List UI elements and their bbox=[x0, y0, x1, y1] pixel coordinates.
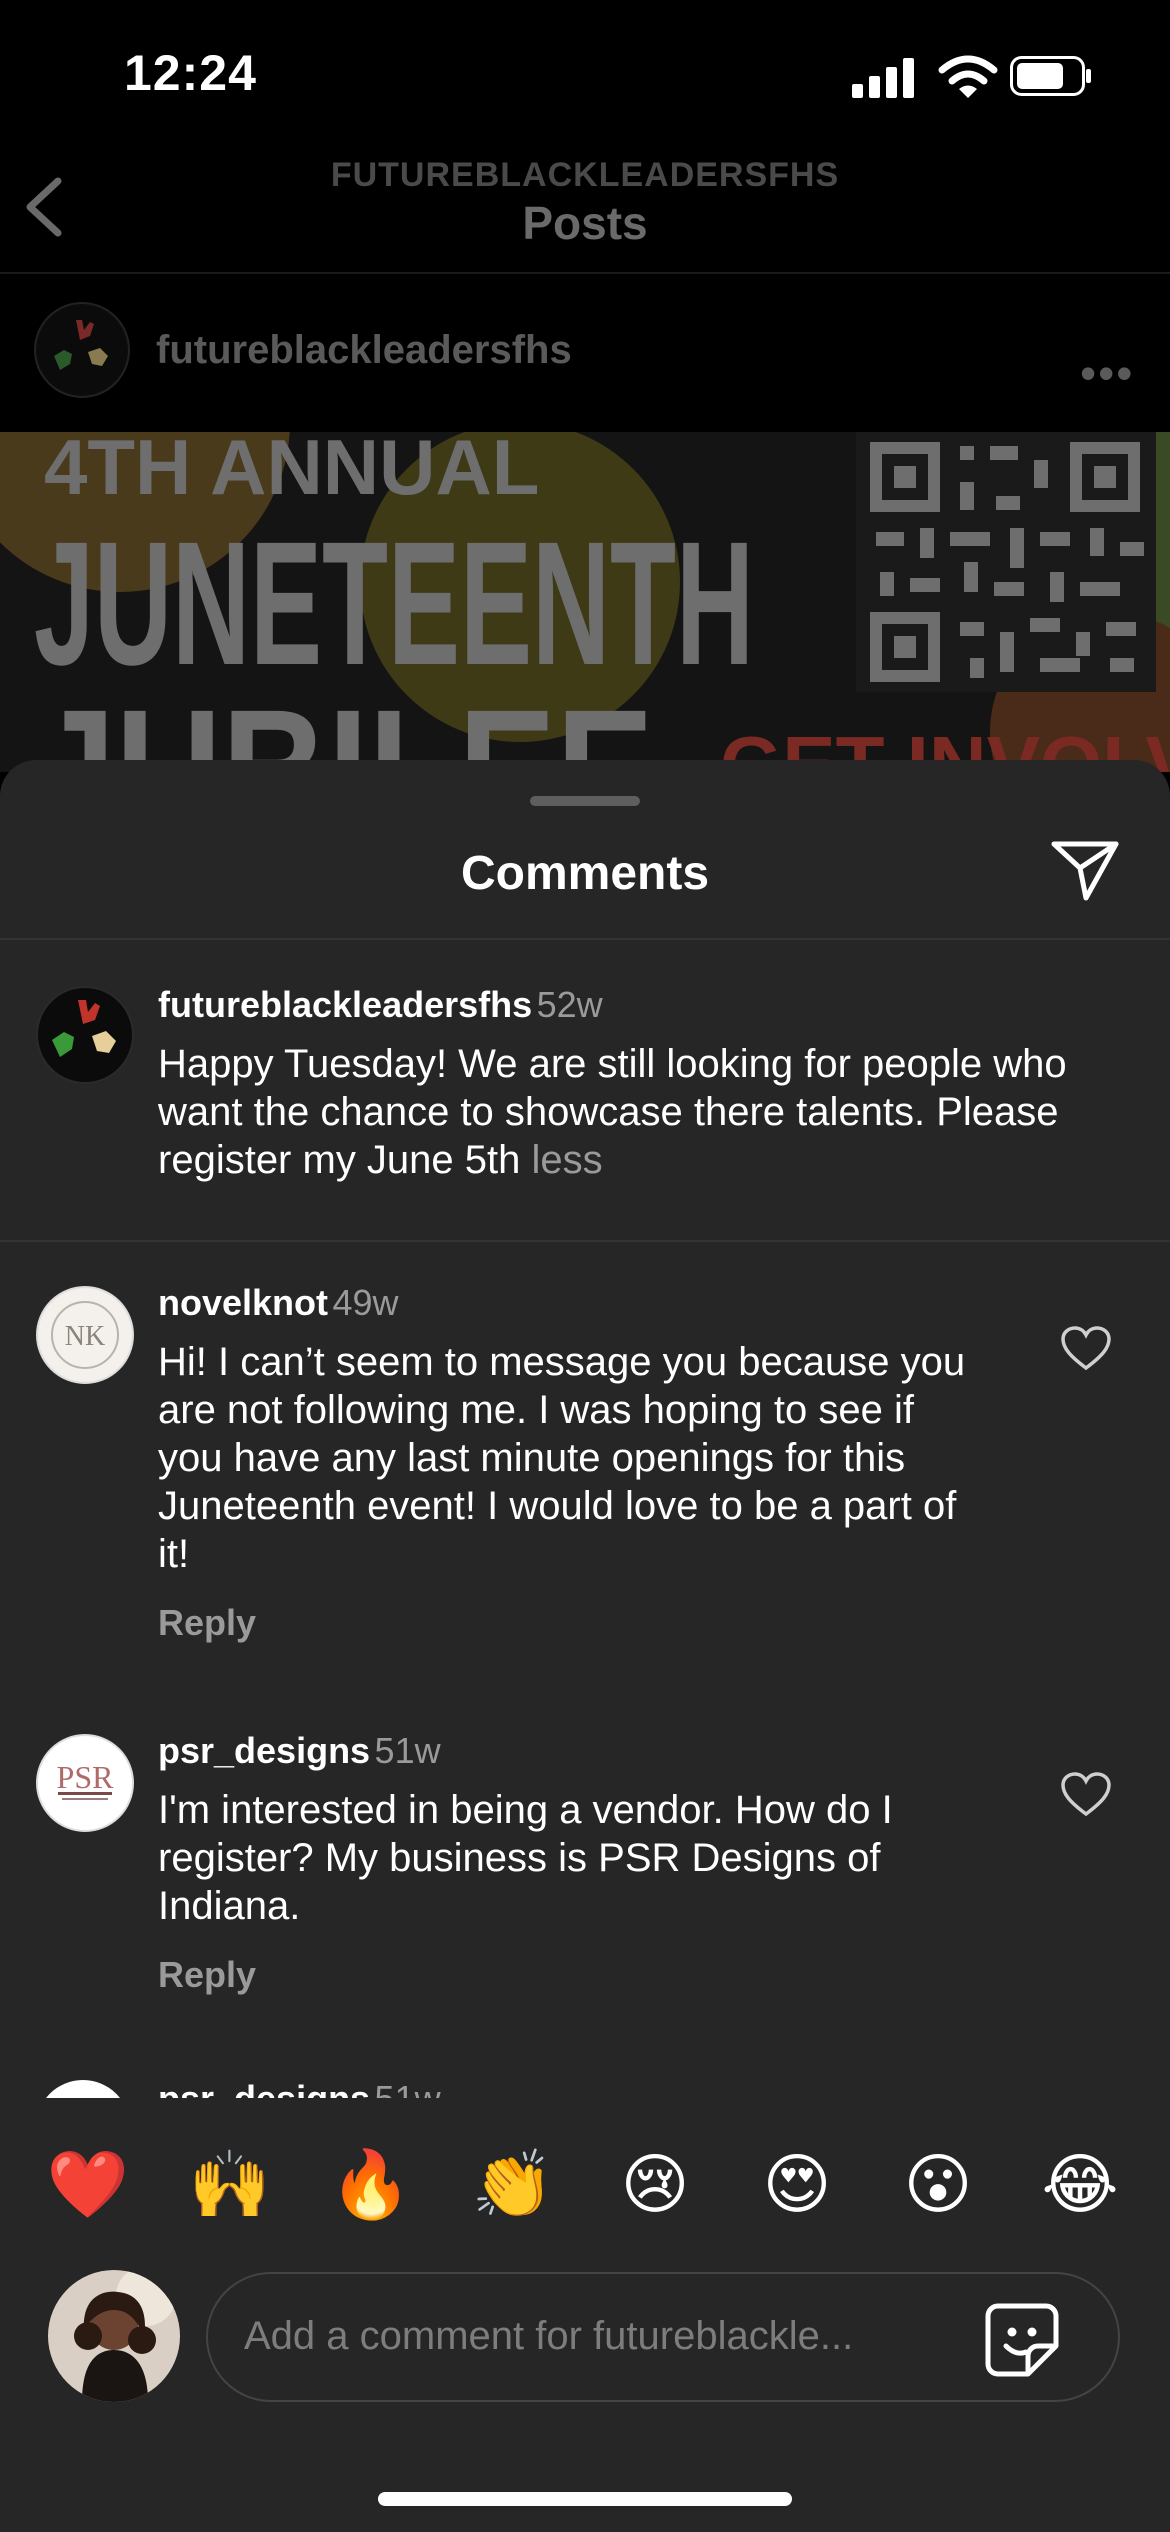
comment-avatar[interactable]: NK bbox=[36, 1286, 134, 1384]
comment-body: Happy Tuesday! We are still looking for … bbox=[158, 1042, 1067, 1182]
heart-icon[interactable] bbox=[1060, 1326, 1112, 1372]
comments-title: Comments bbox=[460, 847, 710, 900]
emoji-red-heart[interactable]: ❤️ bbox=[43, 2148, 133, 2220]
hands-logo-icon bbox=[39, 989, 131, 1081]
hands-logo-icon bbox=[38, 306, 126, 394]
emoji-surprised-face[interactable]: 😮 bbox=[893, 2148, 983, 2220]
sheet-divider bbox=[0, 938, 1170, 940]
post-author-username[interactable]: futureblackleadersfhs bbox=[156, 328, 572, 373]
psr-designs-logo: PSR bbox=[39, 1737, 131, 1829]
comment-header: novelknot 49w bbox=[158, 1282, 399, 1324]
svg-text:JUBILEE: JUBILEE bbox=[34, 674, 654, 772]
current-user-avatar[interactable] bbox=[48, 2270, 180, 2402]
comment-header: futureblackleadersfhs 52w bbox=[158, 984, 603, 1026]
reply-button[interactable]: Reply bbox=[158, 1954, 256, 1996]
emoji-crying-face[interactable]: 😢 bbox=[610, 2148, 700, 2220]
sticker-icon[interactable] bbox=[984, 2302, 1060, 2378]
header-account-name: FUTUREBLACKLEADERSFHS bbox=[330, 156, 840, 194]
comment-username[interactable]: psr_designs bbox=[158, 1730, 370, 1771]
header-divider bbox=[0, 272, 1170, 274]
post-image[interactable]: 4TH ANNUAL JUNETEENTH JUBILEE GET INVOLV… bbox=[0, 432, 1170, 772]
svg-text:NK: NK bbox=[65, 1321, 105, 1352]
cellular-signal-icon bbox=[852, 58, 914, 98]
comment-age: 49w bbox=[332, 1282, 399, 1323]
comment-avatar[interactable]: PSR bbox=[36, 1734, 134, 1832]
reply-button[interactable]: Reply bbox=[158, 1602, 256, 1644]
comment-age: 52w bbox=[536, 984, 603, 1025]
svg-text:JUNETEENTH: JUNETEENTH bbox=[34, 506, 754, 702]
home-indicator[interactable] bbox=[378, 2492, 792, 2506]
less-toggle[interactable]: less bbox=[532, 1138, 603, 1182]
caption-divider bbox=[0, 1240, 1170, 1242]
sheet-grabber[interactable] bbox=[530, 796, 640, 806]
emoji-clapping-hands[interactable]: 👏 bbox=[468, 2148, 558, 2220]
comment-text: Happy Tuesday! We are still looking for … bbox=[158, 1040, 1078, 1184]
svg-text:PSR: PSR bbox=[57, 1759, 115, 1795]
comment-header: psr_designs 51w bbox=[158, 1730, 441, 1772]
header-title: Posts bbox=[522, 197, 648, 249]
comment-username[interactable]: novelknot bbox=[158, 1282, 328, 1323]
comment-text: I'm interested in being a vendor. How do… bbox=[158, 1788, 893, 1928]
comment-username[interactable]: futureblackleadersfhs bbox=[158, 984, 532, 1025]
emoji-tears-of-joy[interactable]: 😂 bbox=[1035, 2148, 1125, 2220]
user-photo bbox=[48, 2270, 180, 2402]
novelknot-logo: NK bbox=[39, 1289, 131, 1381]
wifi-icon bbox=[938, 55, 998, 98]
emoji-fire[interactable]: 🔥 bbox=[326, 2148, 416, 2220]
emoji-raising-hands[interactable]: 🙌 bbox=[185, 2148, 275, 2220]
status-time: 12:24 bbox=[124, 45, 257, 101]
paper-plane-icon[interactable] bbox=[1050, 838, 1120, 904]
author-avatar[interactable] bbox=[34, 302, 130, 398]
comment-input-placeholder[interactable]: Add a comment for futureblackle... bbox=[244, 2314, 924, 2359]
juneteenth-poster-graphic: 4TH ANNUAL JUNETEENTH JUBILEE GET INVOLV… bbox=[0, 432, 1170, 772]
emoji-heart-eyes[interactable]: 😍 bbox=[752, 2148, 842, 2220]
svg-text:4TH ANNUAL: 4TH ANNUAL bbox=[44, 432, 539, 511]
ellipsis-icon[interactable]: ••• bbox=[1080, 346, 1134, 400]
comment-text: Hi! I can’t seem to message you because … bbox=[158, 1340, 966, 1576]
battery-icon bbox=[1010, 56, 1091, 96]
comment-age: 51w bbox=[374, 1730, 441, 1771]
heart-icon[interactable] bbox=[1060, 1772, 1112, 1818]
comment-avatar[interactable] bbox=[36, 986, 134, 1084]
